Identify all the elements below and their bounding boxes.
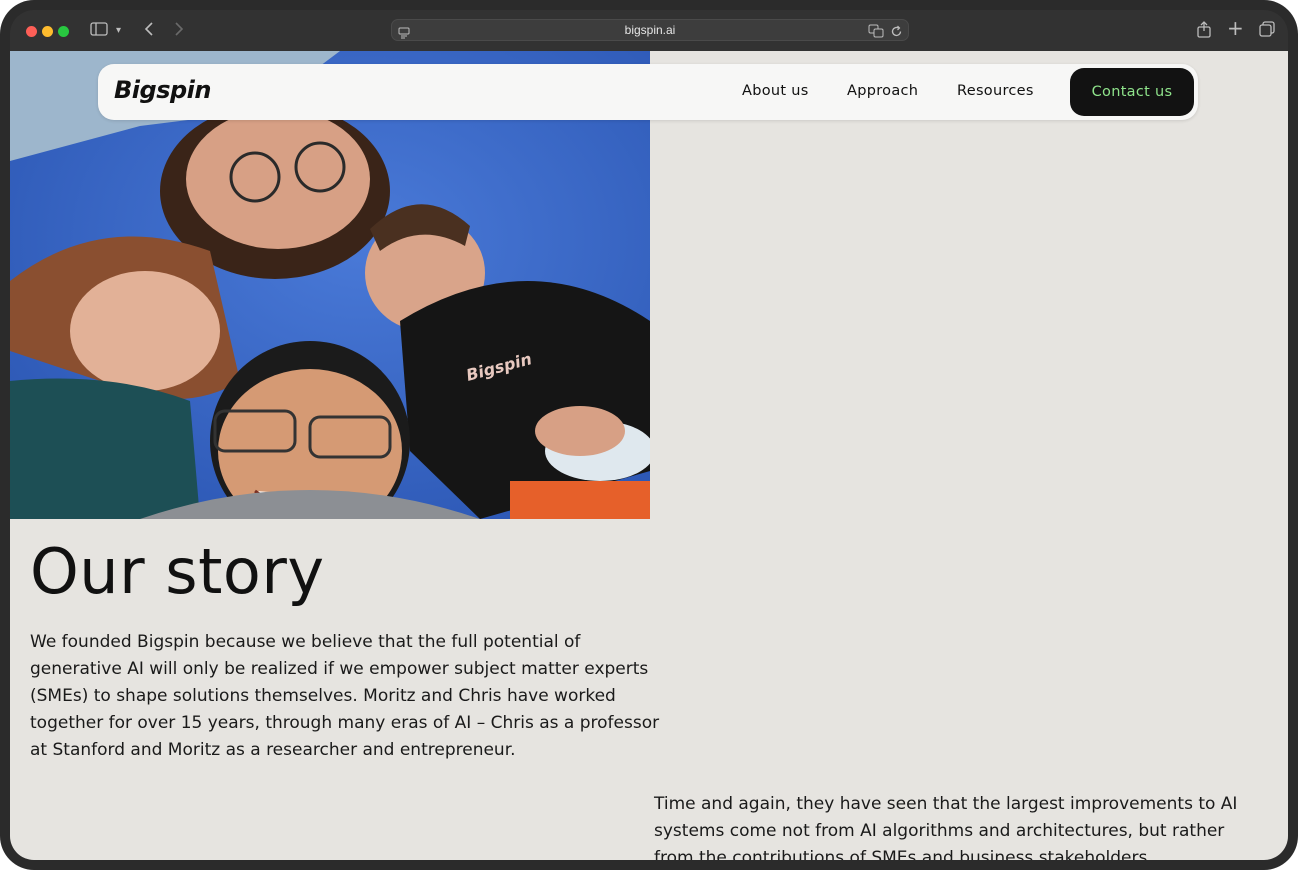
translate-icon[interactable] xyxy=(868,23,884,42)
site-navbar: Bigspin About us Approach Resources Cont… xyxy=(98,64,1198,120)
url-text: bigspin.ai xyxy=(624,23,676,37)
share-icon[interactable] xyxy=(1197,21,1211,43)
chevron-down-icon[interactable]: ▾ xyxy=(116,21,121,41)
nav-link-resources[interactable]: Resources xyxy=(957,83,1034,99)
tab-overview-icon[interactable] xyxy=(1259,21,1275,42)
page-viewport: Bigspin Bigspin About us Approach Resour… xyxy=(10,51,1288,860)
sidebar-toggle-icon[interactable] xyxy=(90,21,108,41)
minimize-window-button[interactable] xyxy=(42,26,53,37)
forward-arrow-icon[interactable] xyxy=(174,21,184,41)
reload-icon[interactable] xyxy=(890,23,903,42)
close-window-button[interactable] xyxy=(26,26,37,37)
nav-link-approach[interactable]: Approach xyxy=(847,83,918,99)
new-tab-icon[interactable]: + xyxy=(1227,18,1244,38)
story-paragraph-2: Time and again, they have seen that the … xyxy=(654,794,1238,860)
team-photo: Bigspin xyxy=(10,51,650,519)
nav-link-about-us[interactable]: About us xyxy=(742,83,809,99)
contact-us-button[interactable]: Contact us xyxy=(1070,68,1194,116)
zoom-window-button[interactable] xyxy=(58,26,69,37)
address-bar[interactable]: bigspin.ai xyxy=(391,19,909,41)
browser-toolbar: ▾ bigspin.ai + xyxy=(10,10,1288,51)
back-arrow-icon[interactable] xyxy=(144,21,154,41)
story-paragraph-1: We founded Bigspin because we believe th… xyxy=(30,632,660,760)
browser-window: ▾ bigspin.ai + Bigspin Bigspin About us … xyxy=(0,0,1298,870)
page-title: Our story xyxy=(30,535,325,608)
bigspin-logo[interactable]: Bigspin xyxy=(114,76,211,104)
